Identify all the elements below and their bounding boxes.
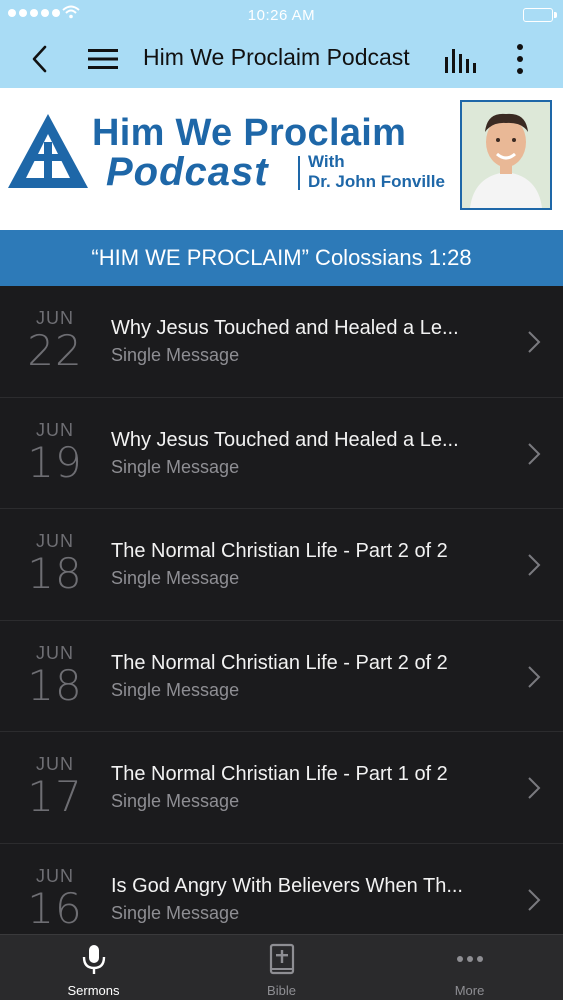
sermon-title: Why Jesus Touched and Healed a Le... [111,428,459,451]
page-title: Him We Proclaim Podcast [143,44,410,70]
sermon-day: 16 [27,883,83,933]
sermon-subtitle: Single Message [111,568,240,588]
podcast-banner: Him We Proclaim Podcast With Dr. John Fo… [0,88,563,230]
host-photo [460,100,552,210]
sermon-subtitle: Single Message [111,456,240,477]
chevron-right-icon [528,777,541,799]
sermon-row[interactable]: JUN 18 The Normal Christian Life - Part … [0,620,563,732]
tab-label: Bible [267,983,296,998]
series-title-bar[interactable]: “HIM WE PROCLAIM” Colossians 1:28 [0,230,563,286]
chevron-right-icon [528,331,541,353]
logo-divider [298,156,300,190]
tab-label: More [454,983,485,998]
logo-subtitle: Podcast [106,150,269,194]
audio-levels-icon[interactable] [442,45,478,75]
chevron-right-icon [528,442,541,465]
tab-bible[interactable]: Bible [188,935,375,1000]
sermon-day: 19 [27,437,83,487]
sermon-row[interactable]: JUN 19 Why Jesus Touched and Healed a Le… [0,397,563,509]
sermon-title: The Normal Christian Life - Part 2 of 2 [111,540,448,562]
hamburger-menu-icon[interactable] [86,45,120,73]
sermon-title: Is God Angry With Believers When Th... [111,874,463,897]
sermon-subtitle: Single Message [111,791,240,811]
tab-label: Sermons [67,983,120,998]
chevron-right-icon [528,554,541,576]
more-vertical-icon[interactable] [508,41,532,77]
sermon-subtitle: Single Message [111,902,240,923]
chevron-right-icon [528,888,541,911]
sermon-title: The Normal Christian Life - Part 2 of 2 [111,651,448,674]
sermon-row[interactable]: JUN 22 Why Jesus Touched and Healed a Le… [0,286,563,398]
battery-icon [523,8,557,22]
status-bar: 10:26 AM [0,0,563,32]
sermon-day: 18 [27,549,83,598]
tab-sermons[interactable]: Sermons [0,935,187,1000]
sermon-day: 22 [27,326,83,375]
tab-bar: Sermons Bible More [0,934,563,1000]
status-time: 10:26 AM [247,7,316,24]
logo-host-name: Dr. John Fonville [308,172,445,191]
logo-title: Him We Proclaim [92,112,407,154]
sermon-subtitle: Single Message [111,679,240,700]
sermon-list: JUN 22 Why Jesus Touched and Healed a Le… [0,286,563,955]
logo-with: With [308,152,345,171]
more-icon [457,956,483,962]
podcast-logo-icon [8,114,88,188]
sermon-subtitle: Single Message [111,345,240,365]
sermon-day: 18 [27,660,83,710]
tab-more[interactable]: More [376,935,563,1000]
nav-bar: Him We Proclaim Podcast [0,32,563,88]
sermon-day: 17 [27,772,83,821]
sermon-row[interactable]: JUN 17 The Normal Christian Life - Part … [0,732,563,844]
sermon-title: The Normal Christian Life - Part 1 of 2 [111,763,448,785]
sermon-row[interactable]: JUN 18 The Normal Christian Life - Part … [0,509,563,621]
sermon-title: Why Jesus Touched and Healed a Le... [111,317,459,339]
bible-icon [269,943,295,975]
back-chevron-icon[interactable] [26,44,56,74]
microphone-icon [82,945,106,974]
chevron-right-icon [528,665,541,688]
host-portrait-icon [462,102,550,208]
